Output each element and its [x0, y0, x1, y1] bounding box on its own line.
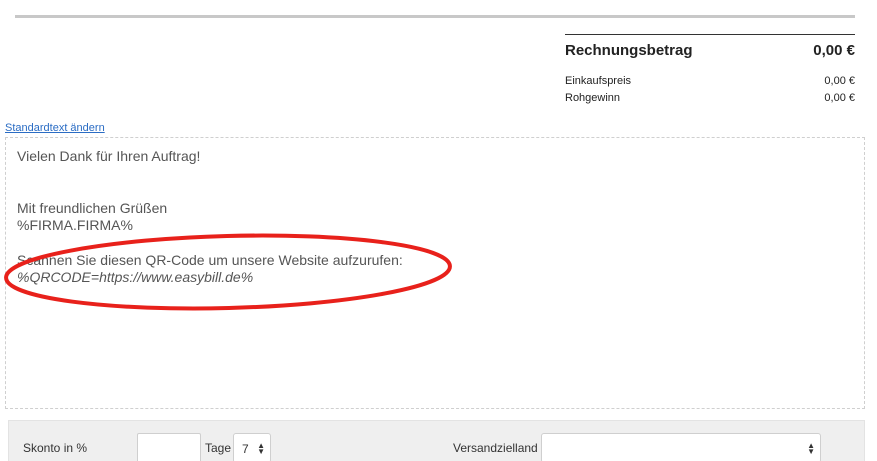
totals-top-rule [565, 34, 855, 35]
top-divider [15, 15, 855, 18]
editor-line-thanks: Vielen Dank für Ihren Auftrag! [17, 148, 201, 164]
totals-breakdown: Einkaufspreis 0,00 € Rohgewinn 0,00 € [565, 73, 855, 107]
closing-text-editor[interactable]: Vielen Dank für Ihren Auftrag! Mit freun… [5, 137, 865, 409]
editor-line-qr-instruction: Scannen Sie diesen QR-Code um unsere Web… [17, 252, 403, 268]
invoice-total-label: Rechnungsbetrag [565, 41, 693, 59]
destination-country-select[interactable]: ▲ ▼ [541, 433, 821, 461]
payment-options-bar: Skonto in % Tage 7 ▲ ▼ Versandzielland ▲ ▼ [8, 420, 865, 461]
days-select-value: 7 [242, 442, 249, 456]
skonto-percent-input[interactable] [137, 433, 201, 461]
purchase-price-label: Einkaufspreis [565, 75, 632, 87]
editor-line-company-placeholder: %FIRMA.FIRMA% [17, 217, 133, 233]
editor-line-qr-placeholder: %QRCODE=https://www.easybill.de% [17, 269, 254, 285]
change-default-text-link[interactable]: Standardtext ändern [5, 122, 105, 134]
totals-panel: Rechnungsbetrag 0,00 € Einkaufspreis 0,0… [565, 34, 855, 107]
days-label: Tage [205, 441, 232, 455]
gross-profit-label: Rohgewinn [565, 92, 621, 104]
purchase-price-value: 0,00 € [824, 75, 855, 87]
gross-profit-value: 0,00 € [824, 92, 855, 104]
gross-profit-row: Rohgewinn 0,00 € [565, 90, 855, 107]
purchase-price-row: Einkaufspreis 0,00 € [565, 73, 855, 90]
days-select[interactable]: 7 ▲ ▼ [233, 433, 271, 461]
skonto-label: Skonto in % [23, 441, 88, 455]
destination-country-label: Versandzielland [453, 441, 538, 455]
invoice-total-row: Rechnungsbetrag 0,00 € [565, 37, 855, 63]
editor-line-greeting: Mit freundlichen Grüßen [17, 200, 168, 216]
invoice-total-value: 0,00 € [813, 41, 855, 59]
select-arrows-icon: ▲ ▼ [807, 441, 815, 456]
select-arrows-icon: ▲ ▼ [257, 441, 265, 456]
